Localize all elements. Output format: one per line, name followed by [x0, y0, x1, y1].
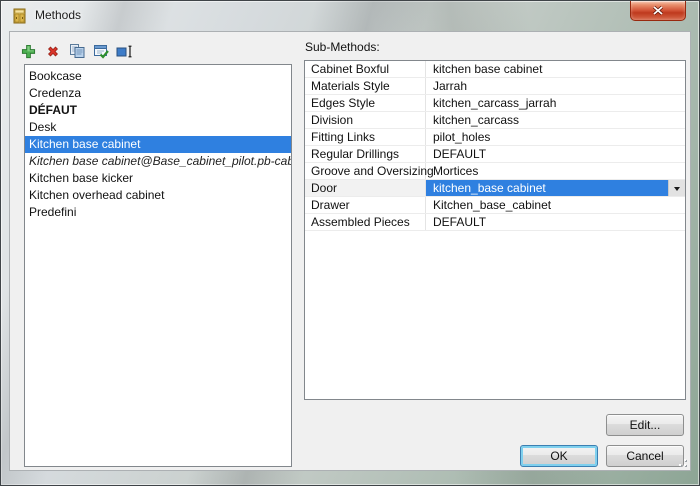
sub-methods-label: Sub-Methods:: [305, 40, 380, 54]
methods-list[interactable]: Bookcase Credenza DÉFAUT Desk Kitchen ba…: [24, 64, 292, 467]
cabinet-app-icon: [12, 8, 28, 24]
sub-method-row[interactable]: Drawer Kitchen_base_cabinet: [305, 197, 685, 214]
edit-button[interactable]: Edit...: [606, 414, 684, 436]
method-list-item[interactable]: Kitchen base cabinet: [25, 136, 291, 153]
method-list-item[interactable]: Bookcase: [25, 68, 291, 85]
dropdown-arrow-button[interactable]: [668, 180, 685, 196]
method-label: Kitchen base cabinet: [29, 137, 140, 151]
rename-icon: [116, 44, 133, 62]
dialog-body: Bookcase Credenza DÉFAUT Desk Kitchen ba…: [9, 31, 691, 471]
chevron-down-icon: [674, 187, 680, 194]
ok-button[interactable]: OK: [520, 445, 598, 467]
sub-method-name: Division: [305, 112, 426, 128]
method-label: Bookcase: [29, 69, 82, 83]
sub-method-name: Door: [305, 180, 426, 196]
sub-method-row[interactable]: Regular Drillings DEFAULT: [305, 146, 685, 163]
sub-method-value[interactable]: DEFAULT: [426, 146, 685, 162]
toolbar: [19, 43, 134, 62]
sub-method-row[interactable]: Door kitchen_base cabinet: [305, 180, 685, 197]
sub-method-value-text: kitchen_carcass_jarrah: [433, 96, 556, 110]
sub-method-name: Regular Drillings: [305, 146, 426, 162]
sub-method-value-text: Jarrah: [433, 79, 467, 93]
window-title: Methods: [35, 1, 81, 30]
copy-method-button[interactable]: [67, 43, 86, 62]
sub-method-value[interactable]: kitchen_base cabinet: [426, 180, 685, 196]
sub-method-row[interactable]: Fitting Links pilot_holes: [305, 129, 685, 146]
sub-method-value-text: kitchen base cabinet: [433, 62, 542, 76]
sub-method-name: Groove and Oversizing: [305, 163, 426, 179]
sub-method-value[interactable]: kitchen_carcass_jarrah: [426, 95, 685, 111]
sub-method-name: Fitting Links: [305, 129, 426, 145]
method-label: Kitchen base cabinet@Base_cabinet_pilot.…: [29, 154, 292, 168]
check-properties-button[interactable]: [91, 43, 110, 62]
sub-methods-table: Cabinet Boxful kitchen base cabinet Mate…: [304, 60, 686, 400]
rename-method-button[interactable]: [115, 43, 134, 62]
titlebar[interactable]: Methods: [1, 1, 699, 31]
copy-icon: [69, 43, 85, 62]
method-list-item[interactable]: Kitchen base kicker: [25, 170, 291, 187]
cancel-button[interactable]: Cancel: [606, 445, 684, 467]
check-properties-icon: [93, 43, 109, 62]
sub-method-value[interactable]: Jarrah: [426, 78, 685, 94]
sub-method-value-text: kitchen_base cabinet: [433, 181, 546, 195]
delete-method-button[interactable]: [43, 43, 62, 62]
method-label: Credenza: [29, 86, 81, 100]
method-list-item[interactable]: DÉFAUT: [25, 102, 291, 119]
method-label: Kitchen base kicker: [29, 171, 133, 185]
sub-method-value[interactable]: DEFAULT: [426, 214, 685, 230]
sub-method-row[interactable]: Cabinet Boxful kitchen base cabinet: [305, 61, 685, 78]
close-button[interactable]: [630, 1, 686, 21]
sub-method-value[interactable]: kitchen base cabinet: [426, 61, 685, 77]
sub-method-row[interactable]: Materials Style Jarrah: [305, 78, 685, 95]
sub-method-value[interactable]: kitchen_carcass: [426, 112, 685, 128]
sub-method-row[interactable]: Assembled Pieces DEFAULT: [305, 214, 685, 231]
method-list-item[interactable]: Desk: [25, 119, 291, 136]
sub-method-value-text: DEFAULT: [433, 215, 486, 229]
sub-method-name: Materials Style: [305, 78, 426, 94]
sub-method-name: Edges Style: [305, 95, 426, 111]
method-label: Kitchen overhead cabinet: [29, 188, 164, 202]
delete-icon: [46, 44, 60, 61]
sub-method-value[interactable]: pilot_holes: [426, 129, 685, 145]
sub-method-name: Drawer: [305, 197, 426, 213]
add-icon: [21, 44, 36, 62]
method-list-item[interactable]: Kitchen overhead cabinet: [25, 187, 291, 204]
sub-method-value-text: kitchen_carcass: [433, 113, 519, 127]
sub-method-row[interactable]: Division kitchen_carcass: [305, 112, 685, 129]
methods-dialog: Methods: [0, 0, 700, 486]
method-list-item[interactable]: Kitchen base cabinet@Base_cabinet_pilot.…: [25, 153, 291, 170]
sub-method-name: Assembled Pieces: [305, 214, 426, 230]
close-icon: [653, 4, 663, 18]
sub-method-value-text: DEFAULT: [433, 147, 486, 161]
sub-method-row[interactable]: Edges Style kitchen_carcass_jarrah: [305, 95, 685, 112]
sub-method-value[interactable]: Kitchen_base_cabinet: [426, 197, 685, 213]
method-list-item[interactable]: Credenza: [25, 85, 291, 102]
sub-method-value[interactable]: Mortices: [426, 163, 685, 179]
sub-method-value-text: Kitchen_base_cabinet: [433, 198, 551, 212]
method-list-item[interactable]: Predefini: [25, 204, 291, 221]
add-method-button[interactable]: [19, 43, 38, 62]
sub-method-name: Cabinet Boxful: [305, 61, 426, 77]
method-label: DÉFAUT: [29, 103, 77, 117]
sub-method-row[interactable]: Groove and Oversizing Mortices: [305, 163, 685, 180]
sub-method-value-text: Mortices: [433, 164, 478, 178]
method-label: Desk: [29, 120, 56, 134]
method-label: Predefini: [29, 205, 76, 219]
resize-grip[interactable]: [675, 455, 688, 468]
sub-method-value-text: pilot_holes: [433, 130, 490, 144]
